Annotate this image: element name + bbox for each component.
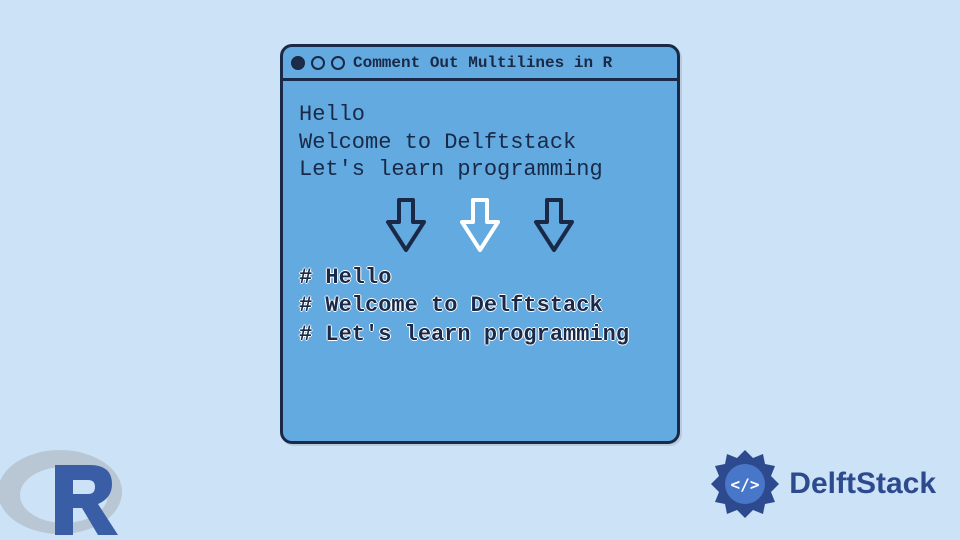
code-line: # Hello xyxy=(299,264,661,293)
window-titlebar: Comment Out Multilines in R xyxy=(283,47,677,81)
code-before: Hello Welcome to Delftstack Let's learn … xyxy=(299,101,661,184)
code-line: # Welcome to Delftstack xyxy=(299,292,661,321)
window-title: Comment Out Multilines in R xyxy=(353,54,612,72)
delftstack-badge-icon: </> xyxy=(707,446,783,522)
code-line: Let's learn programming xyxy=(299,156,661,184)
arrow-down-icon xyxy=(384,198,428,254)
window-controls xyxy=(291,56,345,70)
window-dot-max[interactable] xyxy=(331,56,345,70)
window-content: Hello Welcome to Delftstack Let's learn … xyxy=(283,81,677,349)
window-dot-min[interactable] xyxy=(311,56,325,70)
r-language-logo-icon xyxy=(0,430,140,540)
code-line: Hello xyxy=(299,101,661,129)
arrows-row xyxy=(299,184,661,264)
code-after: # Hello # Welcome to Delftstack # Let's … xyxy=(299,264,661,350)
delftstack-brand-text: DelftStack xyxy=(789,467,936,501)
window-dot-close[interactable] xyxy=(291,56,305,70)
delftstack-logo: </> DelftStack xyxy=(707,446,936,522)
arrow-down-icon xyxy=(532,198,576,254)
svg-text:</>: </> xyxy=(731,475,760,494)
code-line: # Let's learn programming xyxy=(299,321,661,350)
arrow-down-icon xyxy=(458,198,502,254)
code-window: Comment Out Multilines in R Hello Welcom… xyxy=(280,44,680,444)
code-line: Welcome to Delftstack xyxy=(299,129,661,157)
